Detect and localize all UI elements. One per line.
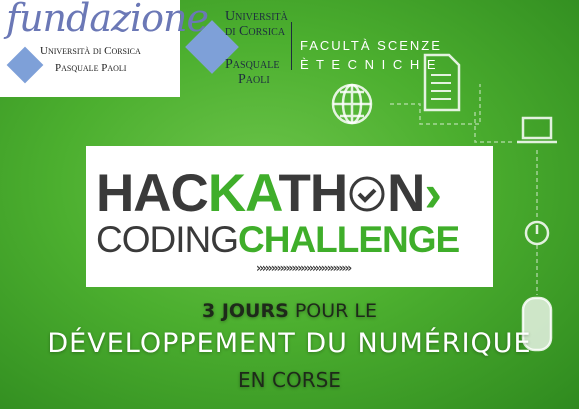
hackathon-title: HACKATH N› <box>96 164 442 223</box>
laptop-icon <box>521 116 553 140</box>
tagline-main: DÉVELOPPEMENT DU NUMÉRIQUE <box>47 328 532 359</box>
hackathon-banner: HACKATH N› CODINGCHALLENGE ››››››››››››››… <box>86 146 493 287</box>
arrows-decoration: ›››››››››››››››››››››››››››››››› <box>256 261 352 275</box>
check-circle-icon <box>349 176 385 212</box>
coding-challenge-title: CODINGCHALLENGE <box>96 219 460 260</box>
tagline-days: 3 JOURS POUR LE <box>201 300 377 322</box>
tagline-region: EN CORSE <box>238 368 341 392</box>
